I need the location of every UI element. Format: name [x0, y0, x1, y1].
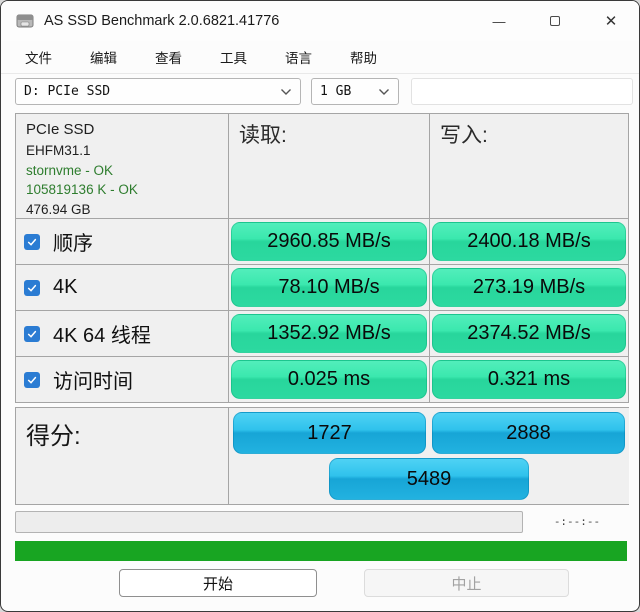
4k64-write-value: 2374.52 MB/s: [432, 314, 626, 353]
seq-write-cell: 2400.18 MB/s: [430, 219, 628, 264]
test-row-seq-label: 顺序: [16, 219, 228, 264]
menu-help[interactable]: 帮助: [338, 42, 389, 72]
chevron-down-icon: [378, 88, 390, 96]
empty-field[interactable]: [411, 78, 633, 105]
read-column-header: 读取:: [229, 114, 429, 218]
seq-read-value: 2960.85 MB/s: [231, 222, 427, 261]
4k64-checkbox[interactable]: [24, 325, 40, 342]
score-section: 得分: 1727 2888 5489: [15, 407, 629, 505]
abort-button[interactable]: 中止: [364, 569, 569, 597]
maximize-button[interactable]: [527, 1, 583, 41]
app-disk-icon: [16, 13, 34, 29]
4k-write-value: 273.19 MB/s: [432, 268, 626, 307]
4k-read-value: 78.10 MB/s: [231, 268, 427, 307]
test-size-select[interactable]: 1 GB: [311, 78, 399, 105]
write-score-value: 2888: [432, 412, 625, 454]
maximize-icon: [550, 16, 560, 26]
app-window: AS SSD Benchmark 2.0.6821.41776 — ✕ 文件 编…: [0, 0, 640, 612]
access-read-value: 0.025 ms: [231, 360, 427, 399]
drive-capacity: 476.94 GB: [26, 201, 91, 217]
drive-select[interactable]: D: PCIe SSD: [15, 78, 301, 105]
4k-write-cell: 273.19 MB/s: [430, 265, 628, 310]
seq-read-cell: 2960.85 MB/s: [229, 219, 429, 264]
overall-progress-bar: [15, 541, 627, 561]
drive-offset-status: 105819136 K - OK: [26, 182, 138, 197]
test-label: 4K 64 线程: [53, 325, 151, 347]
write-column-header: 写入:: [430, 114, 628, 218]
window-controls: — ✕: [471, 1, 639, 41]
toolbar: D: PCIe SSD 1 GB: [1, 78, 639, 106]
menu-file[interactable]: 文件: [13, 42, 64, 72]
score-label: 得分:: [16, 408, 228, 504]
4k-checkbox[interactable]: [24, 279, 40, 296]
menu-view[interactable]: 查看: [143, 42, 194, 72]
access-read-cell: 0.025 ms: [229, 357, 429, 402]
window-title: AS SSD Benchmark 2.0.6821.41776: [44, 13, 280, 29]
results-table: PCIe SSD EHFM31.1 stornvme - OK 10581913…: [15, 113, 629, 403]
menu-language[interactable]: 语言: [273, 42, 324, 72]
4k64-read-value: 1352.92 MB/s: [231, 314, 427, 353]
test-row-4k-label: 4K: [16, 265, 228, 310]
test-row-access-label: 访问时间: [16, 357, 228, 402]
total-score-value: 5489: [329, 458, 529, 500]
drive-driver-status: stornvme - OK: [26, 162, 114, 178]
drive-select-value: D: PCIe SSD: [24, 84, 111, 99]
seq-write-value: 2400.18 MB/s: [432, 222, 626, 261]
test-label: 顺序: [53, 233, 93, 255]
4k64-write-cell: 2374.52 MB/s: [430, 311, 628, 356]
menu-tools[interactable]: 工具: [208, 42, 259, 72]
menu-edit[interactable]: 编辑: [78, 42, 129, 72]
test-label: 4K: [53, 276, 78, 298]
start-button[interactable]: 开始: [119, 569, 317, 597]
drive-firmware: EHFM31.1: [26, 143, 91, 158]
test-progress-bar: [15, 511, 523, 533]
test-label: 访问时间: [53, 371, 133, 393]
access-write-cell: 0.321 ms: [430, 357, 628, 402]
title-bar: AS SSD Benchmark 2.0.6821.41776 — ✕: [1, 1, 639, 41]
score-values: 1727 2888 5489: [229, 408, 629, 504]
drive-info-panel: PCIe SSD EHFM31.1 stornvme - OK 10581913…: [16, 114, 228, 218]
menu-bar: 文件 编辑 查看 工具 语言 帮助: [1, 41, 639, 74]
seq-checkbox[interactable]: [24, 233, 40, 250]
chevron-down-icon: [280, 88, 292, 96]
read-score-value: 1727: [233, 412, 426, 454]
access-checkbox[interactable]: [24, 371, 40, 388]
close-button[interactable]: ✕: [583, 1, 639, 41]
access-write-value: 0.321 ms: [432, 360, 626, 399]
test-size-value: 1 GB: [320, 84, 352, 99]
drive-name: PCIe SSD: [26, 121, 95, 138]
test-row-4k64-label: 4K 64 线程: [16, 311, 228, 356]
minimize-button[interactable]: —: [471, 1, 527, 41]
4k64-read-cell: 1352.92 MB/s: [229, 311, 429, 356]
elapsed-time: -:--:--: [553, 515, 601, 528]
4k-read-cell: 78.10 MB/s: [229, 265, 429, 310]
